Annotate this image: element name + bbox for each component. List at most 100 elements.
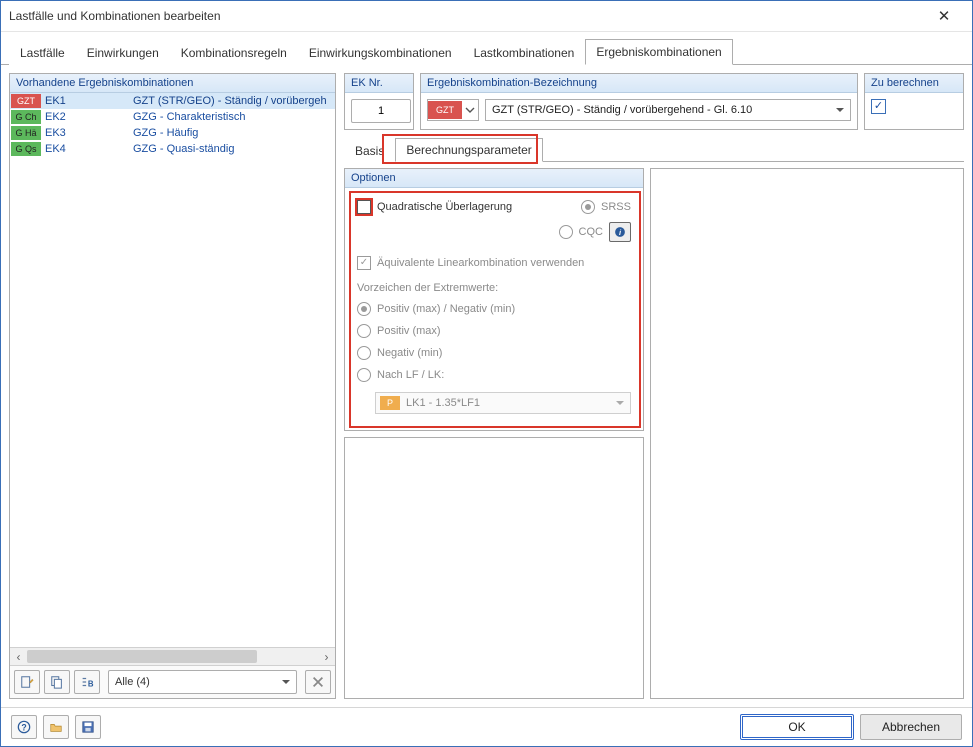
tab-lastfaelle[interactable]: Lastfälle xyxy=(9,40,76,65)
lk-tag: P xyxy=(380,396,400,410)
equiv-line: Äquivalente Linearkombination verwenden xyxy=(357,256,631,270)
ek-number: EK2 xyxy=(41,111,129,123)
copy-icon xyxy=(50,675,64,689)
sign-radio-pos[interactable] xyxy=(357,324,371,338)
rc-type-tag: GZT xyxy=(428,101,462,119)
sign-label: Positiv (max) xyxy=(377,325,441,337)
ek-number: EK4 xyxy=(41,143,129,155)
rc-type-select[interactable]: GZT xyxy=(427,99,479,121)
main-panel: EK Nr. Ergebniskombination-Bezeichnung G… xyxy=(344,73,964,699)
filter-select[interactable]: Alle (4) xyxy=(108,670,297,694)
ek-number: EK3 xyxy=(41,127,129,139)
rc-name-select[interactable]: GZT (STR/GEO) - Ständig / vorübergehend … xyxy=(485,99,851,121)
ek-type-tag: GZT xyxy=(11,94,41,108)
calc-checkbox[interactable] xyxy=(871,99,886,114)
dialog-window: Lastfälle und Kombinationen bearbeiten ✕… xyxy=(0,0,973,747)
calc-label: Zu berechnen xyxy=(865,74,963,93)
rcname-label: Ergebniskombination-Bezeichnung xyxy=(421,74,857,93)
srss-radio[interactable] xyxy=(581,200,595,214)
ek-type-tag: G Hä xyxy=(11,126,41,140)
sub-tabstrip: Basis Berechnungsparameter xyxy=(344,137,964,162)
list-row[interactable]: G Hä EK3 GZG - Häufig xyxy=(10,125,335,141)
cancel-button[interactable]: Abbrechen xyxy=(860,714,962,740)
ok-button[interactable]: OK xyxy=(740,714,854,740)
delete-icon xyxy=(311,675,325,689)
ek-description: GZG - Charakteristisch xyxy=(129,111,335,123)
open-icon xyxy=(49,720,63,734)
horizontal-scrollbar[interactable]: ‹ › xyxy=(10,647,335,665)
cqc-line: CQC i xyxy=(357,222,631,242)
lk-value: LK1 - 1.35*LF1 xyxy=(406,397,480,409)
ek-description: GZG - Häufig xyxy=(129,127,335,139)
tab-einwirkungen[interactable]: Einwirkungen xyxy=(76,40,170,65)
footer: ? OK Abbrechen xyxy=(1,707,972,746)
left-column: Optionen Quadratische Überlagerung SRSS xyxy=(344,168,644,699)
close-button[interactable]: ✕ xyxy=(924,2,964,30)
copy-button[interactable] xyxy=(44,670,70,694)
renumber-icon: B xyxy=(80,675,94,689)
sign-header: Vorzeichen der Extremwerte: xyxy=(357,282,631,294)
subtab-basis[interactable]: Basis xyxy=(344,139,395,162)
filter-label: Alle (4) xyxy=(115,676,150,688)
list-row[interactable]: GZT EK1 GZT (STR/GEO) - Ständig / vorübe… xyxy=(10,93,335,109)
ek-type-tag: G Ch xyxy=(11,110,41,124)
eknr-input[interactable] xyxy=(351,99,411,123)
sign-radio-posneg[interactable] xyxy=(357,302,371,316)
tab-lastkombinationen[interactable]: Lastkombinationen xyxy=(463,40,586,65)
sign-option: Negativ (min) xyxy=(357,346,631,360)
help-button[interactable]: ? xyxy=(11,715,37,739)
empty-panel-right xyxy=(650,168,964,699)
new-icon xyxy=(20,675,34,689)
equiv-checkbox[interactable] xyxy=(357,256,371,270)
delete-button[interactable] xyxy=(305,670,331,694)
list-row[interactable]: G Ch EK2 GZG - Charakteristisch xyxy=(10,109,335,125)
eknr-group: EK Nr. xyxy=(344,73,414,130)
save-button[interactable] xyxy=(75,715,101,739)
options-header: Optionen xyxy=(345,169,643,188)
window-title: Lastfälle und Kombinationen bearbeiten xyxy=(9,9,924,23)
chevron-down-icon xyxy=(462,105,478,115)
open-button[interactable] xyxy=(43,715,69,739)
rc-name-value: GZT (STR/GEO) - Ständig / vorübergehend … xyxy=(492,104,752,116)
renumber-button[interactable]: B xyxy=(74,670,100,694)
svg-text:?: ? xyxy=(21,723,26,733)
ek-description: GZG - Quasi-ständig xyxy=(129,143,335,155)
sidebar-header: Vorhandene Ergebniskombinationen xyxy=(10,74,335,93)
sign-radio-neg[interactable] xyxy=(357,346,371,360)
info-button[interactable]: i xyxy=(609,222,631,242)
info-icon: i xyxy=(614,226,626,238)
quadratic-checkbox[interactable] xyxy=(357,200,371,214)
scroll-thumb[interactable] xyxy=(27,650,257,663)
top-row: EK Nr. Ergebniskombination-Bezeichnung G… xyxy=(344,73,964,130)
cqc-radio[interactable] xyxy=(559,225,573,239)
cqc-label: CQC xyxy=(579,226,603,238)
svg-text:B: B xyxy=(88,679,94,688)
new-button[interactable] xyxy=(14,670,40,694)
scroll-left-icon[interactable]: ‹ xyxy=(10,648,27,665)
scroll-right-icon[interactable]: › xyxy=(318,648,335,665)
tab-ergebniskombinationen[interactable]: Ergebniskombinationen xyxy=(585,39,732,65)
sign-option: Nach LF / LK: xyxy=(357,368,631,382)
help-icon: ? xyxy=(17,720,31,734)
tab-einwirkungskombinationen[interactable]: Einwirkungskombinationen xyxy=(298,40,463,65)
options-group: Optionen Quadratische Überlagerung SRSS xyxy=(344,168,644,431)
list-row[interactable]: G Qs EK4 GZG - Quasi-ständig xyxy=(10,141,335,157)
panels-area: Optionen Quadratische Überlagerung SRSS xyxy=(344,168,964,699)
main-tabstrip: Lastfälle Einwirkungen Kombinationsregel… xyxy=(1,32,972,65)
quadratic-label: Quadratische Überlagerung xyxy=(377,201,512,213)
subtab-berechnungsparameter[interactable]: Berechnungsparameter xyxy=(395,138,542,162)
sign-radio-lflk[interactable] xyxy=(357,368,371,382)
titlebar: Lastfälle und Kombinationen bearbeiten ✕ xyxy=(1,1,972,32)
calc-group: Zu berechnen xyxy=(864,73,964,130)
sign-label: Positiv (max) / Negativ (min) xyxy=(377,303,515,315)
sign-option: Positiv (max) xyxy=(357,324,631,338)
quadratic-line: Quadratische Überlagerung SRSS xyxy=(357,200,631,214)
sign-label: Negativ (min) xyxy=(377,347,442,359)
content-area: Vorhandene Ergebniskombinationen GZT EK1… xyxy=(1,65,972,707)
lk-select[interactable]: P LK1 - 1.35*LF1 xyxy=(375,392,631,414)
result-combo-list[interactable]: GZT EK1 GZT (STR/GEO) - Ständig / vorübe… xyxy=(10,93,335,647)
srss-label: SRSS xyxy=(601,201,631,213)
scroll-track[interactable] xyxy=(27,648,318,665)
ek-number: EK1 xyxy=(41,95,129,107)
tab-kombinationsregeln[interactable]: Kombinationsregeln xyxy=(170,40,298,65)
